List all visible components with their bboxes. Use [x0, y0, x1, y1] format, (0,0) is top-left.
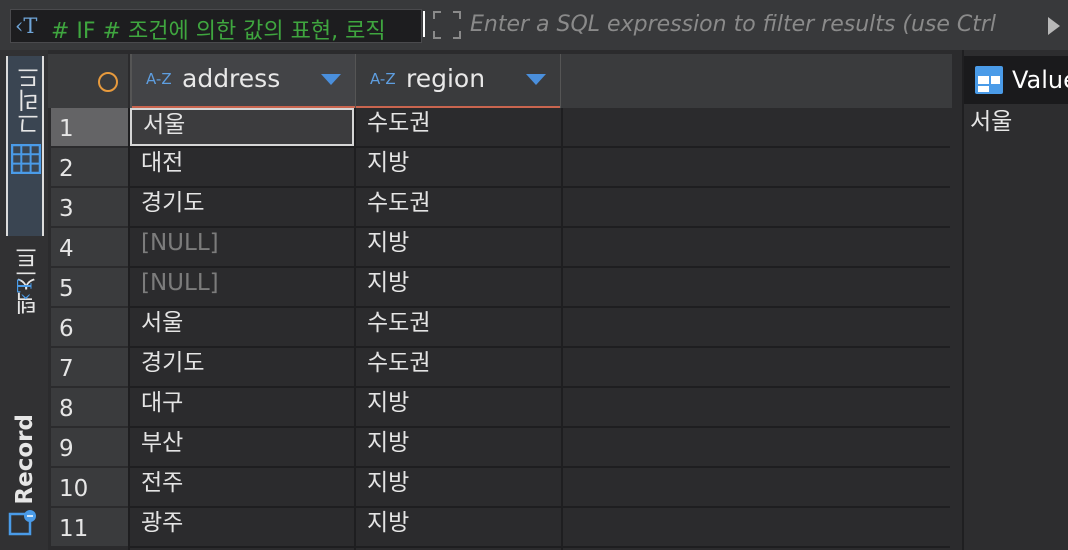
text-type-badge: A-Z — [146, 70, 172, 88]
cell-region[interactable]: 지방 — [356, 508, 561, 546]
row-number[interactable]: 6 — [51, 308, 128, 346]
tab-grid[interactable]: 그리드 — [6, 56, 44, 236]
cell-region[interactable]: 수도권 — [356, 188, 561, 226]
text-icon: ‹T — [12, 279, 37, 301]
cell-address[interactable]: 광주 — [130, 508, 354, 546]
row-number[interactable]: 3 — [51, 188, 128, 226]
row-header-corner[interactable] — [48, 54, 128, 108]
column-header-address[interactable]: A-Z address — [130, 54, 356, 108]
tab-record-label: Record — [12, 414, 38, 505]
cell-region[interactable]: 지방 — [356, 388, 561, 426]
select-all-circle-icon[interactable] — [97, 71, 119, 93]
row-number[interactable]: 2 — [51, 148, 128, 186]
expand-icon[interactable] — [432, 10, 462, 40]
cell-region[interactable]: 지방 — [356, 468, 561, 506]
cell-region[interactable]: 수도권 — [356, 108, 561, 146]
sort-dropdown-icon[interactable] — [321, 74, 341, 85]
view-tabs: 그리드 텍스트 ‹T Record — [0, 50, 48, 550]
column-header-region[interactable]: A-Z region — [356, 54, 561, 108]
column-name-region: region — [406, 64, 486, 93]
row-number[interactable]: 9 — [51, 428, 128, 466]
apply-filter-icon[interactable] — [1040, 12, 1068, 40]
filter-input[interactable]: Enter a SQL expression to filter results… — [470, 10, 1036, 40]
cell-address[interactable]: 서울 — [130, 308, 354, 346]
text-type-icon: ‹T — [15, 14, 38, 38]
cell-address[interactable]: [NULL] — [130, 268, 354, 306]
cell-address[interactable]: [NULL] — [130, 228, 354, 266]
cell-region[interactable]: 수도권 — [356, 308, 561, 346]
sql-filter-history[interactable]: ‹T # IF # 조건에 의한 값의 표현, 로직 — [10, 9, 422, 44]
row-number[interactable]: 10 — [51, 468, 128, 506]
cell-region[interactable]: 지방 — [356, 428, 561, 466]
cell-address[interactable]: 경기도 — [130, 188, 354, 226]
row-number[interactable]: 11 — [51, 508, 128, 546]
cell-region[interactable]: 지방 — [356, 268, 561, 306]
cell-region[interactable]: 수도권 — [356, 348, 561, 386]
column-divider — [354, 108, 356, 550]
value-panel-header[interactable]: Value — [964, 56, 1068, 104]
cell-address[interactable]: 전주 — [130, 468, 354, 506]
row-number[interactable]: 8 — [51, 388, 128, 426]
column-name-address: address — [182, 64, 281, 93]
row-number[interactable]: 7 — [51, 348, 128, 386]
results-grid: A-Z address A-Z region 1 서울 수도권 2 대전 지방 3 경기도 수도… — [48, 50, 952, 550]
row-number[interactable]: 1 — [51, 108, 128, 146]
value-panel: Value 서울 — [962, 50, 1068, 550]
cell-region[interactable]: 지방 — [356, 148, 561, 186]
tab-grid-label: 그리드 — [18, 66, 44, 135]
row-divider — [128, 546, 950, 548]
value-panel-title: Value — [1012, 66, 1068, 94]
cell-address[interactable]: 대구 — [130, 388, 354, 426]
row-number[interactable]: 5 — [51, 268, 128, 306]
value-viewer-icon — [975, 66, 1003, 94]
sort-dropdown-icon[interactable] — [526, 74, 546, 85]
cell-address[interactable]: 서울 — [130, 108, 354, 146]
row-number[interactable]: 4 — [51, 228, 128, 266]
cell-address[interactable]: 대전 — [130, 148, 354, 186]
filter-bar: ‹T # IF # 조건에 의한 값의 표현, 로직 Enter a SQL e… — [0, 0, 1068, 50]
record-icon — [8, 510, 36, 536]
column-divider — [561, 108, 563, 550]
text-type-badge: A-Z — [370, 70, 396, 88]
cell-region[interactable]: 지방 — [356, 228, 561, 266]
column-divider — [128, 108, 130, 550]
text-cursor — [423, 11, 425, 37]
value-panel-content[interactable]: 서울 — [970, 102, 1012, 136]
cell-address[interactable]: 경기도 — [130, 348, 354, 386]
tab-record[interactable]: Record — [6, 410, 44, 540]
grid-icon — [11, 144, 41, 174]
cell-address[interactable]: 부산 — [130, 428, 354, 466]
sql-filter-text: # IF # 조건에 의한 값의 표현, 로직 — [51, 19, 386, 44]
